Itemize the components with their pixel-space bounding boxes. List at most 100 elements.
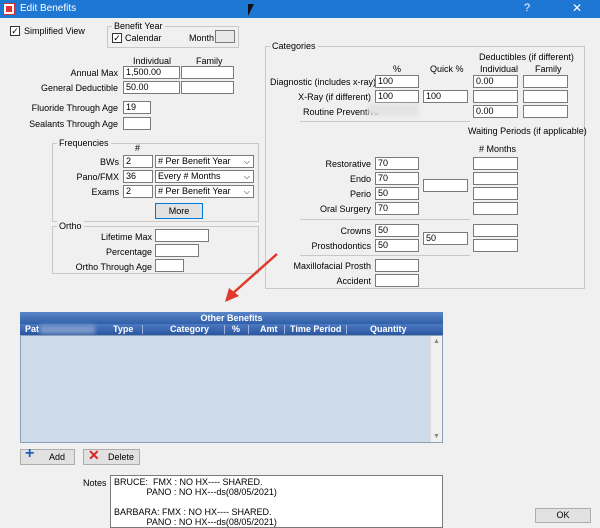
frequency-count-header: # [135, 143, 141, 153]
title-bar: Edit Benefits ? ✕ [0, 0, 600, 18]
prosthodontics-waiting-input[interactable] [473, 239, 518, 252]
restorative-percent-input[interactable]: 70 [375, 157, 419, 170]
crowns-percent-input[interactable]: 50 [375, 224, 419, 237]
pano-period-select[interactable]: Every # Months ⌵ [155, 170, 254, 183]
routine-deductible-family-input[interactable] [523, 105, 568, 118]
general-deductible-family-input[interactable] [181, 81, 234, 94]
month-input[interactable] [215, 30, 235, 43]
calendar-checkbox[interactable]: ✓ [112, 33, 122, 43]
annual-max-label: Annual Max [70, 68, 118, 78]
lifetime-max-input[interactable] [155, 229, 209, 242]
add-button[interactable]: + Add [20, 445, 75, 465]
ortho-group-title: Ortho [57, 221, 84, 231]
other-benefits-grid[interactable]: ▲ ▼ [20, 335, 443, 443]
perio-percent-input[interactable]: 50 [375, 187, 419, 200]
bws-label: BWs [100, 157, 119, 167]
simplified-view-checkbox[interactable]: ✓ [10, 26, 20, 36]
more-button[interactable]: More [155, 203, 203, 219]
perio-label: Perio [349, 189, 371, 199]
close-button[interactable]: ✕ [562, 1, 592, 15]
xray-percent-input[interactable]: 100 [375, 90, 419, 103]
exams-count-input[interactable]: 2 [123, 185, 153, 198]
family-header: Family [196, 56, 223, 66]
oral-surgery-label: Oral Surgery [319, 204, 371, 214]
annotation-arrow-icon [225, 253, 278, 302]
restorative-waiting-input[interactable] [473, 157, 518, 170]
diagnostic-label: Diagnostic (includes x-ray) [270, 77, 377, 87]
month-label: Month [189, 33, 215, 43]
routine-deductible-individual-input[interactable]: 0.00 [473, 105, 518, 118]
ok-button[interactable]: OK [535, 508, 591, 523]
window-title: Edit Benefits [20, 3, 77, 14]
delete-icon: ✕ [88, 447, 100, 463]
other-benefits-column-headers: Pat Type Category % Amt Time Period Quan… [20, 324, 443, 335]
column-header-quantity[interactable]: Quantity [370, 324, 407, 335]
general-deductible-label: General Deductible [40, 83, 118, 93]
add-button-label: Add [49, 452, 66, 462]
column-header-amt[interactable]: Amt [260, 324, 278, 335]
bws-period-select[interactable]: # Per Benefit Year ⌵ [155, 155, 254, 168]
annual-max-family-input[interactable] [181, 66, 234, 79]
plus-icon: + [25, 445, 35, 462]
sealants-label: Sealants Through Age [29, 119, 118, 129]
chevron-down-icon: ⌵ [243, 187, 250, 196]
diagnostic-percent-input[interactable]: 100 [375, 75, 419, 88]
waiting-periods-header: Waiting Periods (if applicable) [468, 126, 587, 136]
notes-label: Notes [83, 478, 107, 488]
grid-vertical-scrollbar[interactable]: ▲ ▼ [430, 336, 442, 442]
general-deductible-individual-input[interactable]: 50.00 [123, 81, 180, 94]
exams-period-value: # Per Benefit Year [158, 186, 231, 196]
delete-button[interactable]: ✕ Delete [83, 447, 140, 465]
lifetime-max-label: Lifetime Max [100, 232, 152, 242]
quick-percent-header: Quick % [430, 64, 464, 74]
scroll-up-icon[interactable]: ▲ [431, 338, 442, 345]
xray-deductible-individual-input[interactable] [473, 90, 518, 103]
divider [300, 219, 470, 220]
major-quick-percent-input[interactable]: 50 [423, 232, 468, 245]
percentage-label: Percentage [105, 247, 152, 257]
sealants-input[interactable] [123, 117, 151, 130]
divider [300, 121, 470, 122]
perio-waiting-input[interactable] [473, 187, 518, 200]
ortho-through-age-input[interactable] [155, 259, 184, 272]
diagnostic-deductible-family-input[interactable] [523, 75, 568, 88]
exams-label: Exams [91, 187, 119, 197]
percentage-input[interactable] [155, 244, 199, 257]
endo-percent-input[interactable]: 70 [375, 172, 419, 185]
maxillofacial-percent-input[interactable] [375, 259, 419, 272]
accident-percent-input[interactable] [375, 274, 419, 287]
ortho-through-age-label: Ortho Through Age [75, 262, 152, 272]
oral-surgery-waiting-input[interactable] [473, 202, 518, 215]
basic-quick-percent-input[interactable] [423, 179, 468, 192]
pano-label: Pano/FMX [76, 172, 119, 182]
prosthodontics-percent-input[interactable]: 50 [375, 239, 419, 252]
diagnostic-deductible-individual-input[interactable]: 0.00 [473, 75, 518, 88]
column-header-time-period[interactable]: Time Period [290, 324, 341, 335]
xray-deductible-family-input[interactable] [523, 90, 568, 103]
xray-quick-percent-input[interactable]: 100 [423, 90, 468, 103]
fluoride-input[interactable]: 19 [123, 101, 151, 114]
chevron-down-icon: ⌵ [243, 172, 250, 181]
calendar-label: Calendar [125, 33, 162, 43]
annual-max-individual-input[interactable]: 1,500.00 [123, 66, 180, 79]
oral-surgery-percent-input[interactable]: 70 [375, 202, 419, 215]
column-header-percent[interactable]: % [232, 324, 240, 335]
crowns-waiting-input[interactable] [473, 224, 518, 237]
other-benefits-title: Other Benefits [20, 312, 443, 324]
pano-count-input[interactable]: 36 [123, 170, 153, 183]
column-header-type[interactable]: Type [113, 324, 133, 335]
pano-period-value: Every # Months [158, 171, 221, 181]
bws-count-input[interactable]: 2 [123, 155, 153, 168]
accident-label: Accident [336, 276, 371, 286]
column-header-pat[interactable]: Pat [25, 324, 39, 335]
endo-waiting-input[interactable] [473, 172, 518, 185]
help-button[interactable]: ? [518, 2, 536, 14]
scroll-down-icon[interactable]: ▼ [431, 433, 442, 440]
frequencies-group-title: Frequencies [57, 138, 111, 148]
deductibles-header: Deductibles (if different) [479, 52, 574, 62]
notes-textarea[interactable]: BRUCE: FMX : NO HX---- SHARED. PANO : NO… [110, 475, 443, 528]
column-header-category[interactable]: Category [170, 324, 209, 335]
categories-group-title: Categories [270, 41, 318, 51]
redacted-area [40, 325, 95, 334]
exams-period-select[interactable]: # Per Benefit Year ⌵ [155, 185, 254, 198]
